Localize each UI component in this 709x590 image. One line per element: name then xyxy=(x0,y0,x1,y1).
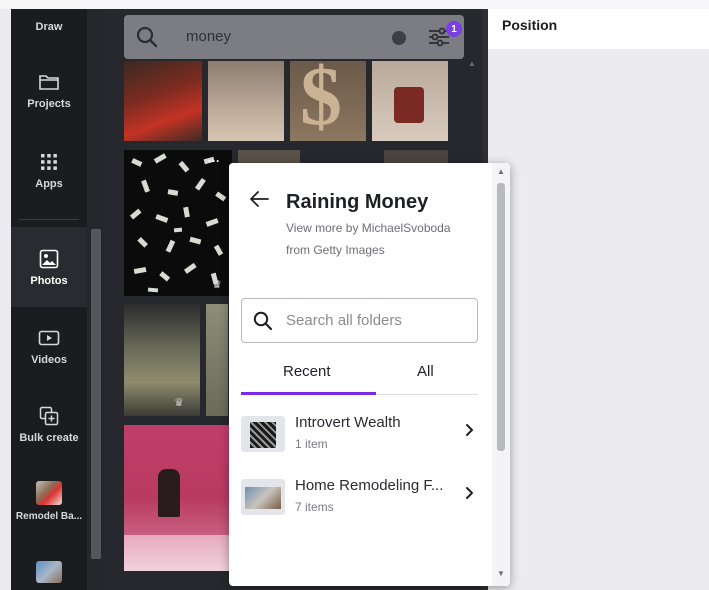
back-arrow-icon[interactable] xyxy=(249,191,269,212)
app-thumbnail xyxy=(36,561,62,583)
sidebar-item-label: Remodel Ba... xyxy=(15,511,83,522)
folder-count: 1 item xyxy=(295,437,328,451)
photo-tile[interactable] xyxy=(206,304,228,416)
flying-bills-image xyxy=(129,153,227,293)
photo-tile[interactable] xyxy=(124,425,230,571)
editor-window: Draw Projects Apps Photos Videos Bulk cr… xyxy=(0,0,709,590)
sidebar-item-bulk-create[interactable]: Bulk create xyxy=(11,405,87,455)
popup-subtitle[interactable]: View more by MichaelSvoboda from Getty I… xyxy=(286,217,476,261)
photo-search-bar[interactable]: money 1 xyxy=(124,15,464,59)
photo-tile[interactable]: $ xyxy=(290,61,366,141)
sidebar-scrollbar[interactable] xyxy=(87,9,106,590)
remodel-app-thumbnail xyxy=(36,481,62,505)
folder-count: 7 items xyxy=(295,500,334,514)
sidebar-item-photos[interactable]: Photos xyxy=(11,227,87,307)
sidebar-item-label: Videos xyxy=(31,354,67,366)
sidebar-item-label: Bulk create xyxy=(19,432,79,444)
folder-search-placeholder: Search all folders xyxy=(286,312,402,329)
scroll-up-icon[interactable]: ▲ xyxy=(497,167,505,176)
apps-grid-icon xyxy=(37,151,61,173)
sidebar-item-label: Projects xyxy=(27,98,71,110)
folder-name: Introvert Wealth xyxy=(295,414,401,431)
sidebar-item-apps[interactable]: Apps xyxy=(11,151,87,201)
photo-tile[interactable] xyxy=(372,61,448,141)
folder-thumbnail-image xyxy=(245,487,281,509)
filter-count-badge: 1 xyxy=(446,21,462,37)
popup-scrollbar-thumb[interactable] xyxy=(497,183,505,451)
chevron-right-icon xyxy=(465,486,475,505)
sidebar-item-videos[interactable]: Videos xyxy=(11,327,87,377)
tab-all[interactable]: All xyxy=(417,363,434,380)
active-tab-indicator xyxy=(241,392,376,395)
position-header: Position xyxy=(488,9,709,49)
photo-details-popup: Raining Money View more by MichaelSvobod… xyxy=(229,163,510,586)
scroll-down-icon[interactable]: ▼ xyxy=(497,569,505,578)
folder-thumbnail xyxy=(241,416,285,452)
folder-item-home-remodeling[interactable]: Home Remodeling F... 7 items xyxy=(241,474,481,520)
photos-icon xyxy=(37,248,61,270)
sidebar-item-projects[interactable]: Projects xyxy=(11,71,87,121)
position-title: Position xyxy=(502,17,558,33)
photo-tile[interactable]: ♛ xyxy=(124,304,200,416)
more-options-icon[interactable]: ··· xyxy=(208,154,220,168)
bulk-create-icon xyxy=(37,405,61,427)
dollar-sign-image: $ xyxy=(300,61,342,141)
sidebar-item-app[interactable] xyxy=(11,561,87,589)
chevron-right-icon xyxy=(465,423,475,442)
sidebar-item-label: Apps xyxy=(35,178,63,190)
search-icon xyxy=(253,311,273,336)
folder-thumbnail-image xyxy=(250,422,276,448)
top-strip xyxy=(0,0,709,9)
search-input[interactable]: money xyxy=(186,28,231,45)
photo-tile[interactable] xyxy=(124,61,202,141)
premium-crown-icon: ♛ xyxy=(174,397,184,409)
money-floor xyxy=(124,535,230,571)
premium-crown-icon: ♛ xyxy=(212,279,222,291)
person-shape xyxy=(158,469,180,517)
sidebar-divider xyxy=(19,219,79,220)
clear-search-icon[interactable] xyxy=(392,31,406,45)
sidebar-item-label: Draw xyxy=(35,21,63,33)
video-play-icon xyxy=(37,327,61,349)
bag-shape xyxy=(394,87,424,123)
panel-scroll-up-icon[interactable]: ▲ xyxy=(468,59,478,69)
search-icon xyxy=(136,26,158,53)
folder-search-field[interactable]: Search all folders xyxy=(241,298,478,343)
canvas-area[interactable] xyxy=(488,49,709,590)
photo-tile[interactable] xyxy=(208,61,284,141)
sidebar-scrollbar-thumb[interactable] xyxy=(91,229,101,559)
sidebar-item-remodel[interactable]: Remodel Ba... xyxy=(11,481,87,531)
popup-title: Raining Money xyxy=(286,191,429,213)
popup-scrollbar[interactable]: ▲ ▼ xyxy=(492,163,510,586)
folder-thumbnail xyxy=(241,479,285,515)
sidebar-item-draw[interactable]: Draw xyxy=(11,9,87,39)
photo-tile-raining-money[interactable]: ··· ♛ xyxy=(124,150,232,296)
folder-icon xyxy=(37,71,61,93)
sidebar: Draw Projects Apps Photos Videos Bulk cr… xyxy=(11,9,87,590)
folder-name: Home Remodeling F... xyxy=(295,477,444,494)
tab-recent[interactable]: Recent xyxy=(283,363,331,380)
sidebar-item-label: Photos xyxy=(30,274,68,287)
folder-item-introvert-wealth[interactable]: Introvert Wealth 1 item xyxy=(241,411,481,457)
